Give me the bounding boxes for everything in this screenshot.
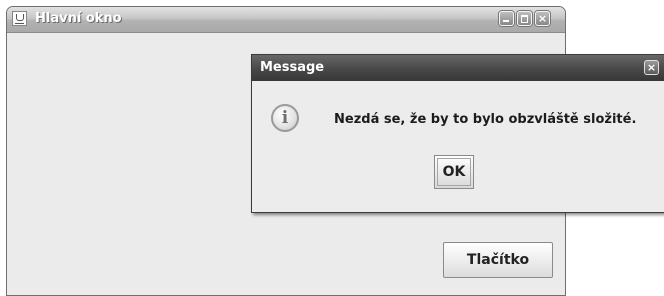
close-icon: × — [646, 61, 657, 74]
close-button[interactable]: × — [535, 11, 550, 26]
minimize-button[interactable] — [499, 11, 514, 26]
message-dialog: Message × i Nezdá se, že by to bylo obzv… — [251, 54, 664, 213]
ok-button[interactable]: OK — [434, 155, 474, 189]
maximize-button[interactable] — [517, 11, 532, 26]
dialog-title: Message — [260, 60, 325, 75]
main-action-button[interactable]: Tlačítko — [443, 242, 553, 278]
dialog-titlebar[interactable]: Message × — [252, 55, 664, 81]
main-window-title: Hlavní okno — [35, 11, 122, 26]
main-titlebar[interactable]: Hlavní okno × — [7, 7, 565, 33]
dialog-close-button[interactable]: × — [644, 60, 659, 75]
dialog-message: Nezdá se, že by to bylo obzvláště složit… — [334, 112, 637, 127]
minimize-icon — [503, 20, 509, 22]
maximize-icon — [521, 15, 528, 23]
java-cup-icon — [12, 11, 27, 26]
information-icon: i — [271, 104, 299, 132]
close-icon: × — [537, 12, 548, 25]
